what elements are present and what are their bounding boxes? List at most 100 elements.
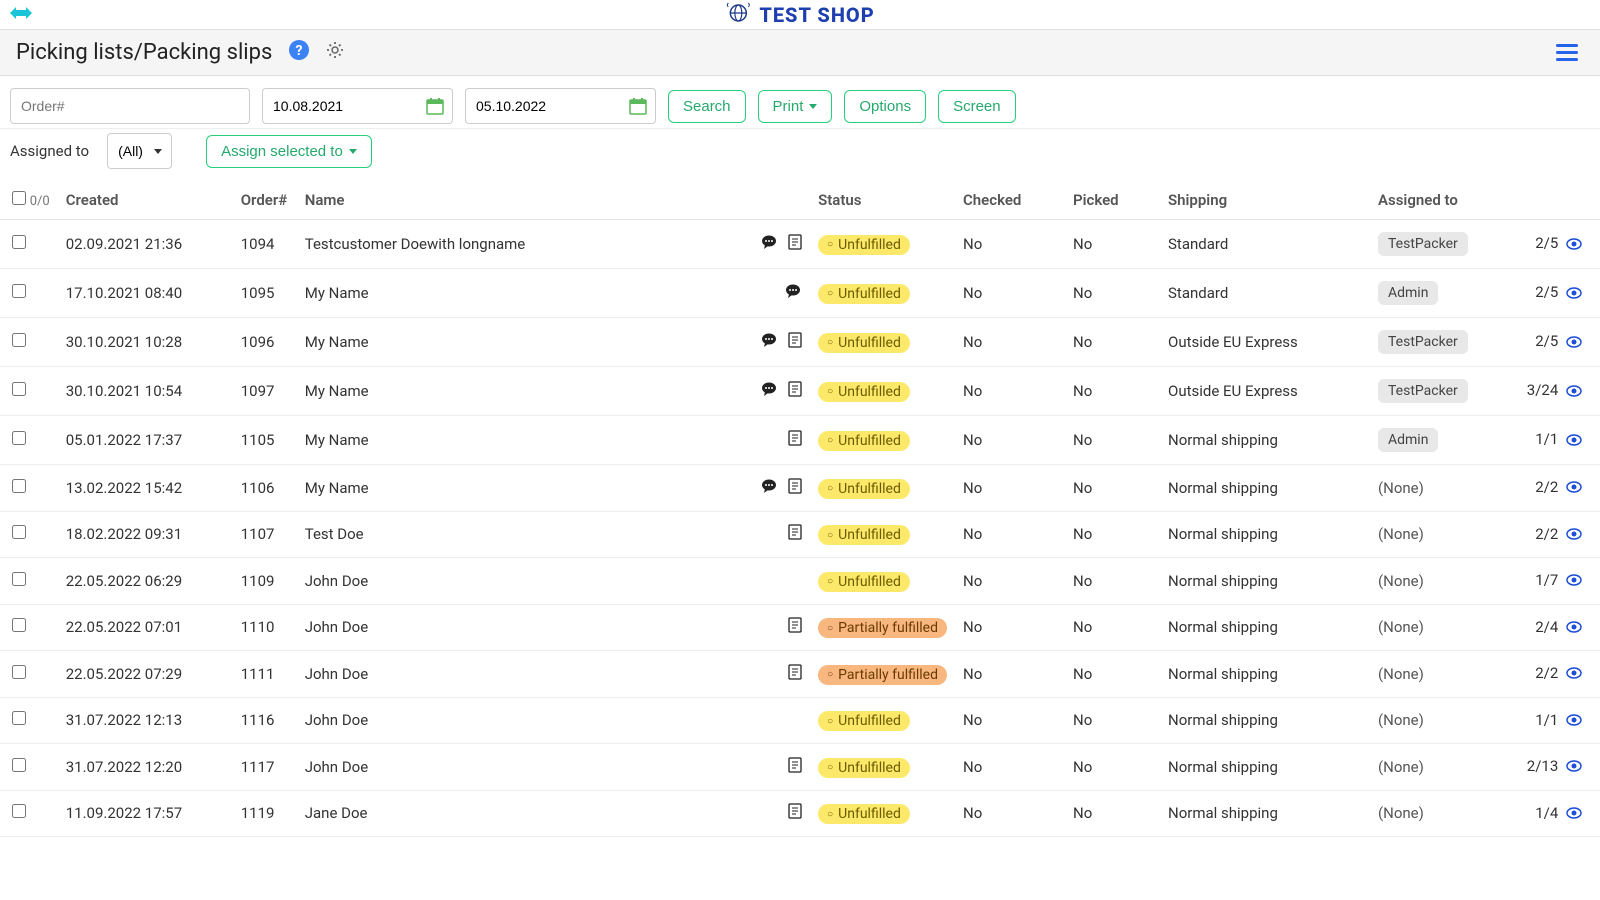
- assignee-none: (None): [1378, 479, 1424, 497]
- eye-icon[interactable]: [1566, 285, 1582, 303]
- status-badge: ○Unfulfilled: [818, 758, 910, 778]
- app-logo-icon[interactable]: [8, 2, 34, 28]
- table-row[interactable]: 22.05.2022 07:291111John Doe○Partially f…: [0, 651, 1600, 698]
- eye-icon[interactable]: [1566, 432, 1582, 450]
- header-checked[interactable]: Checked: [955, 181, 1065, 220]
- search-button[interactable]: Search: [668, 90, 746, 123]
- date-to-input[interactable]: [465, 88, 620, 124]
- note-icon[interactable]: [788, 381, 802, 401]
- chat-icon[interactable]: [760, 332, 778, 352]
- cell-picked: No: [1065, 558, 1160, 605]
- table-row[interactable]: 31.07.2022 12:131116John Doe○Unfulfilled…: [0, 697, 1600, 744]
- menu-button[interactable]: [1550, 38, 1584, 67]
- note-icon[interactable]: [788, 757, 802, 777]
- cell-created: 02.09.2021 21:36: [58, 220, 233, 269]
- cell-name: Test Doe: [297, 511, 740, 558]
- table-row[interactable]: 22.05.2022 07:011110John Doe○Partially f…: [0, 604, 1600, 651]
- eye-icon[interactable]: [1566, 236, 1582, 254]
- note-icon[interactable]: [788, 803, 802, 823]
- chat-icon[interactable]: [760, 478, 778, 498]
- header-created[interactable]: Created: [58, 181, 233, 220]
- cell-assigned: (None): [1370, 744, 1510, 791]
- assignee-badge[interactable]: TestPacker: [1378, 379, 1468, 403]
- table-row[interactable]: 18.02.2022 09:311107Test Doe○Unfulfilled…: [0, 511, 1600, 558]
- chat-icon[interactable]: [760, 234, 778, 254]
- gear-icon[interactable]: [326, 40, 344, 65]
- row-checkbox[interactable]: [12, 431, 26, 445]
- row-checkbox[interactable]: [12, 525, 26, 539]
- header-status[interactable]: Status: [810, 181, 955, 220]
- header-order[interactable]: Order#: [233, 181, 297, 220]
- row-checkbox[interactable]: [12, 284, 26, 298]
- calendar-from-button[interactable]: [417, 88, 453, 124]
- table-row[interactable]: 22.05.2022 06:291109John Doe○Unfulfilled…: [0, 558, 1600, 605]
- cell-shipping: Normal shipping: [1160, 651, 1370, 698]
- cell-shipping: Outside EU Express: [1160, 318, 1370, 367]
- chat-icon[interactable]: [760, 381, 778, 401]
- cell-picked: No: [1065, 416, 1160, 465]
- header-shipping[interactable]: Shipping: [1160, 181, 1370, 220]
- note-icon[interactable]: [788, 430, 802, 450]
- eye-icon[interactable]: [1566, 712, 1582, 730]
- assignee-badge[interactable]: TestPacker: [1378, 232, 1468, 256]
- table-row[interactable]: 30.10.2021 10:541097My Name○UnfulfilledN…: [0, 367, 1600, 416]
- eye-icon[interactable]: [1566, 758, 1582, 776]
- assigned-to-select[interactable]: (All): [107, 133, 172, 169]
- note-icon[interactable]: [788, 664, 802, 684]
- table-row[interactable]: 02.09.2021 21:361094Testcustomer Doewith…: [0, 220, 1600, 269]
- row-checkbox[interactable]: [12, 618, 26, 632]
- header-name[interactable]: Name: [297, 181, 740, 220]
- row-checkbox[interactable]: [12, 382, 26, 396]
- calendar-to-button[interactable]: [620, 88, 656, 124]
- table-row[interactable]: 31.07.2022 12:201117John Doe○Unfulfilled…: [0, 744, 1600, 791]
- eye-icon[interactable]: [1566, 334, 1582, 352]
- assignee-badge[interactable]: Admin: [1378, 281, 1438, 305]
- table-row[interactable]: 30.10.2021 10:281096My Name○UnfulfilledN…: [0, 318, 1600, 367]
- row-checkbox[interactable]: [12, 804, 26, 818]
- header-assigned[interactable]: Assigned to: [1370, 181, 1510, 220]
- table-row[interactable]: 05.01.2022 17:371105My Name○UnfulfilledN…: [0, 416, 1600, 465]
- row-checkbox[interactable]: [12, 235, 26, 249]
- date-from-input[interactable]: [262, 88, 417, 124]
- order-number-input[interactable]: [10, 88, 250, 124]
- cell-created: 22.05.2022 06:29: [58, 558, 233, 605]
- header-picked[interactable]: Picked: [1065, 181, 1160, 220]
- screen-button[interactable]: Screen: [938, 90, 1016, 123]
- note-icon[interactable]: [788, 234, 802, 254]
- cell-name: My Name: [297, 465, 740, 512]
- chat-icon[interactable]: [784, 283, 802, 303]
- row-checkbox[interactable]: [12, 711, 26, 725]
- table-row[interactable]: 17.10.2021 08:401095My Name○UnfulfilledN…: [0, 269, 1600, 318]
- note-icon[interactable]: [788, 478, 802, 498]
- cell-name: John Doe: [297, 697, 740, 744]
- options-button[interactable]: Options: [844, 90, 926, 123]
- assignee-badge[interactable]: TestPacker: [1378, 330, 1468, 354]
- row-checkbox[interactable]: [12, 572, 26, 586]
- cell-checked: No: [955, 558, 1065, 605]
- note-icon[interactable]: [788, 524, 802, 544]
- eye-icon[interactable]: [1566, 805, 1582, 823]
- row-checkbox[interactable]: [12, 665, 26, 679]
- table-row[interactable]: 13.02.2022 15:421106My Name○UnfulfilledN…: [0, 465, 1600, 512]
- cell-count: 2/13: [1510, 744, 1600, 791]
- cell-checked: No: [955, 269, 1065, 318]
- eye-icon[interactable]: [1566, 383, 1582, 401]
- row-checkbox[interactable]: [12, 758, 26, 772]
- status-badge: ○Unfulfilled: [818, 235, 910, 255]
- eye-icon[interactable]: [1566, 479, 1582, 497]
- row-checkbox[interactable]: [12, 333, 26, 347]
- assignee-badge[interactable]: Admin: [1378, 428, 1438, 452]
- eye-icon[interactable]: [1566, 619, 1582, 637]
- select-all-checkbox[interactable]: [12, 191, 26, 205]
- table-row[interactable]: 11.09.2022 17:571119Jane Doe○Unfulfilled…: [0, 790, 1600, 837]
- row-checkbox[interactable]: [12, 479, 26, 493]
- assign-selected-button[interactable]: Assign selected to: [206, 135, 372, 168]
- note-icon[interactable]: [788, 332, 802, 352]
- eye-icon[interactable]: [1566, 665, 1582, 683]
- eye-icon[interactable]: [1566, 526, 1582, 544]
- eye-icon[interactable]: [1566, 572, 1582, 590]
- help-icon[interactable]: ?: [288, 39, 310, 67]
- print-button[interactable]: Print: [758, 90, 833, 123]
- note-icon[interactable]: [788, 617, 802, 637]
- cell-checked: No: [955, 511, 1065, 558]
